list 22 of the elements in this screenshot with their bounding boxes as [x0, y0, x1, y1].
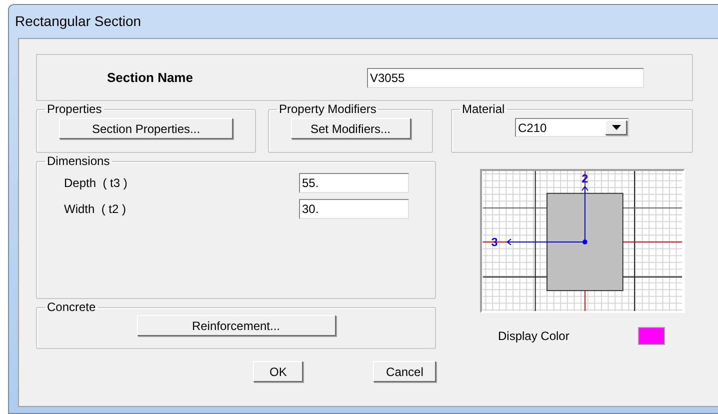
dimension-field[interactable]: 30.	[299, 199, 409, 219]
group-label: Dimensions	[46, 155, 111, 168]
display-color-swatch[interactable]	[638, 327, 665, 345]
dimension-label: Width ( t2 )	[64, 201, 128, 218]
dialog-button[interactable]: Cancel	[373, 361, 436, 382]
window-title: Rectangular Section	[14, 12, 142, 31]
group-label: Concrete	[46, 301, 97, 314]
display-color-label: Display Color	[498, 328, 570, 345]
dropdown-arrow-icon	[612, 125, 620, 130]
reinforcement-button[interactable]: Reinforcement...	[136, 315, 336, 336]
group-label: Properties	[46, 103, 103, 116]
dialog-button[interactable]: OK	[253, 361, 304, 382]
dimension-field[interactable]: 55.	[299, 173, 409, 193]
group-label: Material	[461, 103, 506, 116]
set-modifiers-button[interactable]: Set Modifiers...	[290, 118, 410, 139]
origin-point	[582, 240, 588, 244]
section-name-label: Section Name	[107, 68, 194, 87]
section-properties-button[interactable]: Section Properties...	[59, 118, 233, 139]
dimension-label: Depth ( t3 )	[64, 175, 128, 192]
material-dropdown[interactable]: C210	[515, 118, 629, 137]
group-label: Property Modifiers	[278, 103, 378, 116]
section-name-field[interactable]: V3055	[367, 68, 644, 88]
